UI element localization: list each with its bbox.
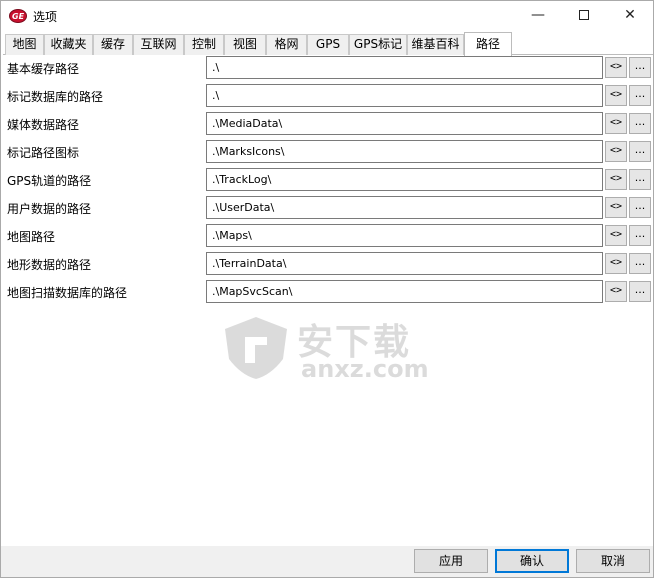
path-label: GPS轨道的路径 <box>7 174 92 188</box>
path-label: 标记数据库的路径 <box>7 90 104 104</box>
watermark-shield-icon <box>225 317 287 379</box>
tab-grid[interactable]: 格网 <box>266 34 307 55</box>
path-row-marks-icons: 标记路径图标 <> ... <box>3 140 653 164</box>
tab-map[interactable]: 地图 <box>5 34 44 55</box>
path-input[interactable] <box>206 252 603 275</box>
minimize-button[interactable]: — <box>515 1 561 32</box>
ok-button[interactable]: 确认 <box>495 549 569 573</box>
tab-gps[interactable]: GPS <box>307 34 349 55</box>
browse-button[interactable]: ... <box>629 281 651 302</box>
path-input[interactable] <box>206 112 603 135</box>
path-input[interactable] <box>206 56 603 79</box>
tab-internet[interactable]: 互联网 <box>133 34 184 55</box>
path-input[interactable] <box>206 280 603 303</box>
watermark-cn-text: 安下载 <box>297 322 412 363</box>
path-label: 媒体数据路径 <box>7 118 80 132</box>
swap-path-button[interactable]: <> <box>605 85 627 106</box>
path-input[interactable] <box>206 140 603 163</box>
browse-button[interactable]: ... <box>629 141 651 162</box>
path-row-gps-track: GPS轨道的路径 <> ... <box>3 168 653 192</box>
browse-button[interactable]: ... <box>629 169 651 190</box>
app-logo-icon: GE <box>9 9 27 23</box>
maximize-button[interactable] <box>561 1 607 32</box>
dialog-footer: 应用 确认 取消 <box>1 546 653 577</box>
watermark: 安下载 anxz.com <box>221 313 441 385</box>
path-row-marks-db: 标记数据库的路径 <> ... <box>3 84 653 108</box>
path-label: 用户数据的路径 <box>7 202 92 216</box>
path-input[interactable] <box>206 168 603 191</box>
swap-path-button[interactable]: <> <box>605 197 627 218</box>
tab-control[interactable]: 控制 <box>184 34 224 55</box>
swap-path-button[interactable]: <> <box>605 141 627 162</box>
path-row-base-cache: 基本缓存路径 <> ... <box>3 56 653 80</box>
path-row-user-data: 用户数据的路径 <> ... <box>3 196 653 220</box>
path-label: 地图路径 <box>7 230 56 244</box>
tab-view[interactable]: 视图 <box>224 34 266 55</box>
swap-path-button[interactable]: <> <box>605 57 627 78</box>
apply-button[interactable]: 应用 <box>414 549 488 573</box>
close-button[interactable]: ✕ <box>607 1 653 32</box>
browse-button[interactable]: ... <box>629 197 651 218</box>
swap-path-button[interactable]: <> <box>605 225 627 246</box>
path-row-media-data: 媒体数据路径 <> ... <box>3 112 653 136</box>
options-dialog: GE 选项 — ✕ 地图 收藏夹 缓存 互联网 控制 视图 格网 GPS GPS… <box>0 0 654 578</box>
path-input[interactable] <box>206 224 603 247</box>
swap-path-button[interactable]: <> <box>605 169 627 190</box>
title-bar: GE 选项 — ✕ <box>1 1 653 32</box>
path-label: 基本缓存路径 <box>7 62 80 76</box>
tab-favorites[interactable]: 收藏夹 <box>44 34 93 55</box>
paths-panel: 基本缓存路径 <> ... 标记数据库的路径 <> ... 媒体数据路径 <> … <box>3 55 653 545</box>
browse-button[interactable]: ... <box>629 253 651 274</box>
path-row-map-scan-db: 地图扫描数据库的路径 <> ... <box>3 280 653 304</box>
tab-cache[interactable]: 缓存 <box>93 34 133 55</box>
cancel-button[interactable]: 取消 <box>576 549 650 573</box>
swap-path-button[interactable]: <> <box>605 253 627 274</box>
maximize-icon <box>579 10 589 20</box>
path-label: 标记路径图标 <box>7 146 80 160</box>
swap-path-button[interactable]: <> <box>605 113 627 134</box>
path-input[interactable] <box>206 196 603 219</box>
tab-gps-marks[interactable]: GPS标记 <box>349 34 407 55</box>
browse-button[interactable]: ... <box>629 57 651 78</box>
tab-paths[interactable]: 路径 <box>464 32 512 56</box>
path-input[interactable] <box>206 84 603 107</box>
watermark-en-text: anxz.com <box>301 355 429 383</box>
tab-wikipedia[interactable]: 维基百科 <box>407 34 464 55</box>
swap-path-button[interactable]: <> <box>605 281 627 302</box>
path-label: 地图扫描数据库的路径 <box>7 286 128 300</box>
window-title: 选项 <box>33 10 58 24</box>
path-label: 地形数据的路径 <box>7 258 92 272</box>
tab-strip: 地图 收藏夹 缓存 互联网 控制 视图 格网 GPS GPS标记 维基百科 路径 <box>3 32 653 56</box>
path-row-maps: 地图路径 <> ... <box>3 224 653 248</box>
browse-button[interactable]: ... <box>629 225 651 246</box>
browse-button[interactable]: ... <box>629 113 651 134</box>
path-row-terrain-data: 地形数据的路径 <> ... <box>3 252 653 276</box>
browse-button[interactable]: ... <box>629 85 651 106</box>
